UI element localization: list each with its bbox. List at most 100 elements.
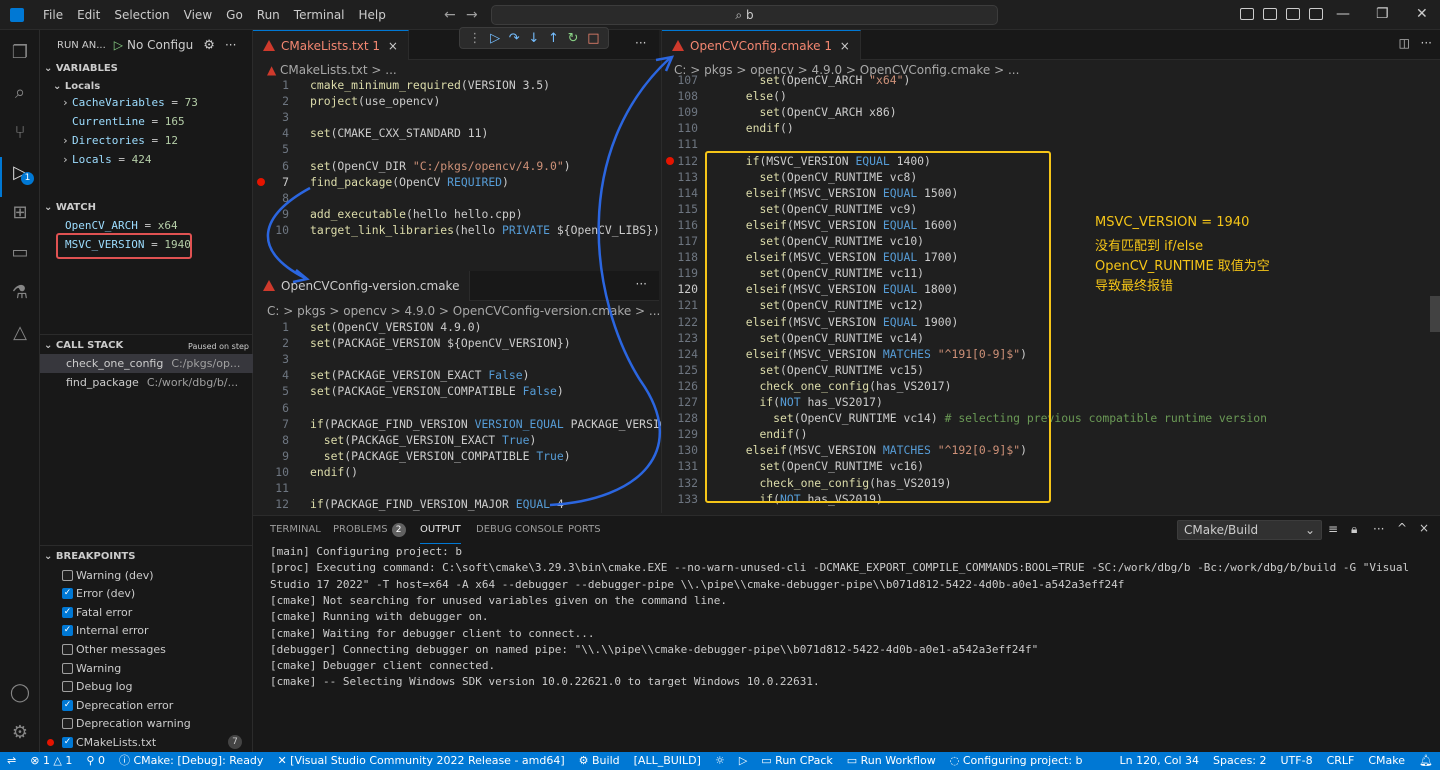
locals-scope[interactable]: ⌄ Locals — [53, 81, 100, 92]
maximize-panel-icon[interactable]: ^ — [1397, 521, 1407, 535]
breakpoint-row[interactable]: ✓ CMakeLists.txt 7 — [47, 733, 242, 751]
account-icon[interactable]: ◯ — [8, 680, 32, 704]
command-center[interactable]: ⌕ b — [491, 5, 998, 25]
menu-help[interactable]: Help — [352, 0, 393, 30]
breakpoint-dot-icon[interactable] — [257, 177, 265, 186]
run-icon[interactable]: ▷ — [732, 752, 754, 770]
toggle-panel-icon[interactable] — [1263, 8, 1277, 20]
panel-tab-problems[interactable]: PROBLEMS 2 — [333, 516, 406, 544]
cmake-status[interactable]: ⓘ CMake: [Debug]: Ready — [112, 752, 270, 770]
encoding[interactable]: UTF-8 — [1274, 752, 1320, 770]
watch-section-title[interactable]: ⌄ WATCH — [44, 202, 96, 213]
breakpoint-row[interactable]: Deprecation warning — [62, 715, 191, 733]
close-icon[interactable]: ✕ — [1416, 6, 1428, 22]
breakpoint-row[interactable]: ✓ Fatal error — [62, 603, 132, 621]
gear-icon[interactable]: ⚙ — [203, 38, 215, 53]
menu-file[interactable]: File — [36, 0, 70, 30]
back-arrow-icon[interactable]: ← — [444, 7, 456, 23]
watch-row[interactable]: OpenCV_ARCH = x64 — [65, 219, 178, 232]
breakpoint-dot-icon[interactable] — [666, 156, 674, 165]
lock-scroll-icon[interactable]: 🔒︎ — [1351, 522, 1357, 537]
menu-terminal[interactable]: Terminal — [287, 0, 352, 30]
step-over-icon[interactable]: ↷ — [509, 31, 520, 46]
settings-gear-icon[interactable]: ⚙ — [8, 720, 32, 744]
more-actions-icon[interactable]: ··· — [1421, 36, 1432, 50]
variable-row[interactable]: › Directories = 12 — [62, 134, 178, 147]
clear-output-icon[interactable]: ≡ — [1328, 522, 1338, 536]
ports-status[interactable]: ⚲ 0 — [79, 752, 112, 770]
variable-row[interactable]: › Locals = 424 — [62, 153, 152, 166]
more-actions-icon[interactable]: ··· — [636, 277, 647, 291]
breakpoint-checkbox[interactable]: ✓ — [62, 736, 73, 748]
breakpoint-row[interactable]: ✓ Internal error — [62, 622, 149, 640]
close-panel-icon[interactable]: × — [1419, 521, 1429, 535]
debug-config-select[interactable]: No Configu — [127, 38, 193, 52]
more-actions-icon[interactable]: ··· — [1373, 522, 1384, 536]
breakpoint-checkbox[interactable] — [62, 681, 73, 693]
breakpoint-row[interactable]: Warning — [62, 659, 121, 677]
toggle-sidebar-icon[interactable] — [1240, 8, 1254, 20]
indentation[interactable]: Spaces: 2 — [1206, 752, 1273, 770]
remote-explorer-icon[interactable]: ▭ — [8, 240, 32, 264]
output-channel-select[interactable]: CMake/Build ⌄ — [1177, 520, 1322, 540]
step-out-icon[interactable]: ↑ — [548, 31, 559, 46]
cmake-kit[interactable]: ✕ [Visual Studio Community 2022 Release … — [270, 752, 571, 770]
panel-tab-ports[interactable]: PORTS — [568, 516, 601, 544]
tab-cmakelists[interactable]: CMakeLists.txt 1 × — [253, 30, 409, 60]
breakpoint-row[interactable]: Debug log — [62, 678, 132, 696]
source-control-icon[interactable]: ⑂ — [8, 120, 32, 144]
drag-handle-icon[interactable]: ⋮ — [468, 31, 481, 46]
variables-section-title[interactable]: ⌄ VARIABLES — [44, 63, 118, 74]
breakpoint-row[interactable]: Warning (dev) — [62, 566, 154, 584]
close-tab-icon[interactable]: × — [388, 39, 398, 53]
restore-icon[interactable]: ❐ — [1376, 6, 1389, 22]
tab-opencvconfig[interactable]: OpenCVConfig.cmake 1 × — [662, 30, 861, 60]
start-debug-play-icon[interactable]: ▷ — [114, 38, 123, 52]
close-tab-icon[interactable]: × — [840, 39, 850, 53]
menu-selection[interactable]: Selection — [107, 0, 176, 30]
callstack-frame[interactable]: check_one_config C:/pkgs/op... — [40, 354, 253, 373]
customize-layout-icon[interactable] — [1309, 8, 1323, 20]
breakpoint-checkbox[interactable] — [62, 662, 73, 674]
breakpoint-checkbox[interactable]: ✓ — [62, 625, 73, 637]
panel-tab-terminal[interactable]: TERMINAL — [270, 516, 321, 544]
breakpoint-checkbox[interactable] — [62, 569, 73, 581]
callstack-section-title[interactable]: ⌄ CALL STACK — [44, 340, 123, 351]
debug-icon[interactable]: ☼ — [708, 752, 732, 770]
breakpoint-checkbox[interactable] — [62, 718, 73, 730]
remote-icon[interactable]: ⇌ — [0, 752, 23, 770]
problems-status[interactable]: ⊗ 1 △ 1 — [23, 752, 79, 770]
menu-edit[interactable]: Edit — [70, 0, 107, 30]
run-workflow-button[interactable]: ▭ Run Workflow — [840, 752, 943, 770]
stop-icon[interactable]: □ — [587, 31, 599, 46]
scrollbar-thumb[interactable] — [1430, 296, 1440, 332]
minimize-icon[interactable]: — — [1336, 6, 1350, 22]
build-target[interactable]: [ALL_BUILD] — [627, 752, 708, 770]
breakpoints-section-title[interactable]: ⌄ BREAKPOINTS — [44, 551, 135, 562]
breakpoint-row[interactable]: ✓ Deprecation error — [62, 696, 173, 714]
forward-arrow-icon[interactable]: → — [466, 7, 478, 23]
step-into-icon[interactable]: ↓ — [528, 31, 539, 46]
language-mode[interactable]: CMake — [1361, 752, 1412, 770]
breakpoint-checkbox[interactable]: ✓ — [62, 699, 73, 711]
breadcrumb-lower[interactable]: C: > pkgs > opencv > 4.9.0 > OpenCVConfi… — [267, 302, 660, 320]
tab-opencvconfig-version[interactable]: OpenCVConfig-version.cmake — [253, 271, 471, 301]
panel-tab-debug-console[interactable]: DEBUG CONSOLE — [476, 516, 564, 544]
breakpoint-row[interactable]: Other messages — [62, 640, 166, 658]
toggle-secondary-sidebar-icon[interactable] — [1286, 8, 1300, 20]
continue-icon[interactable]: ▷ — [490, 31, 500, 46]
more-actions-icon[interactable]: ··· — [225, 38, 236, 52]
run-cpack-button[interactable]: ▭ Run CPack — [754, 752, 839, 770]
breakpoint-row[interactable]: ✓ Error (dev) — [62, 585, 135, 603]
explorer-icon[interactable]: ❐ — [8, 40, 32, 64]
testing-icon[interactable]: ⚗ — [8, 280, 32, 304]
split-editor-icon[interactable]: ◫ — [1399, 36, 1410, 50]
cmake-icon[interactable]: △ — [8, 320, 32, 344]
breakpoint-checkbox[interactable]: ✓ — [62, 588, 73, 600]
menu-run[interactable]: Run — [250, 0, 287, 30]
callstack-frame[interactable]: find_package C:/work/dbg/b/... — [40, 373, 253, 392]
extensions-icon[interactable]: ⊞ — [8, 200, 32, 224]
line-ending[interactable]: CRLF — [1320, 752, 1362, 770]
breakpoint-checkbox[interactable]: ✓ — [62, 606, 73, 618]
notifications-bell-icon[interactable]: 🔔︎ — [1412, 752, 1440, 770]
